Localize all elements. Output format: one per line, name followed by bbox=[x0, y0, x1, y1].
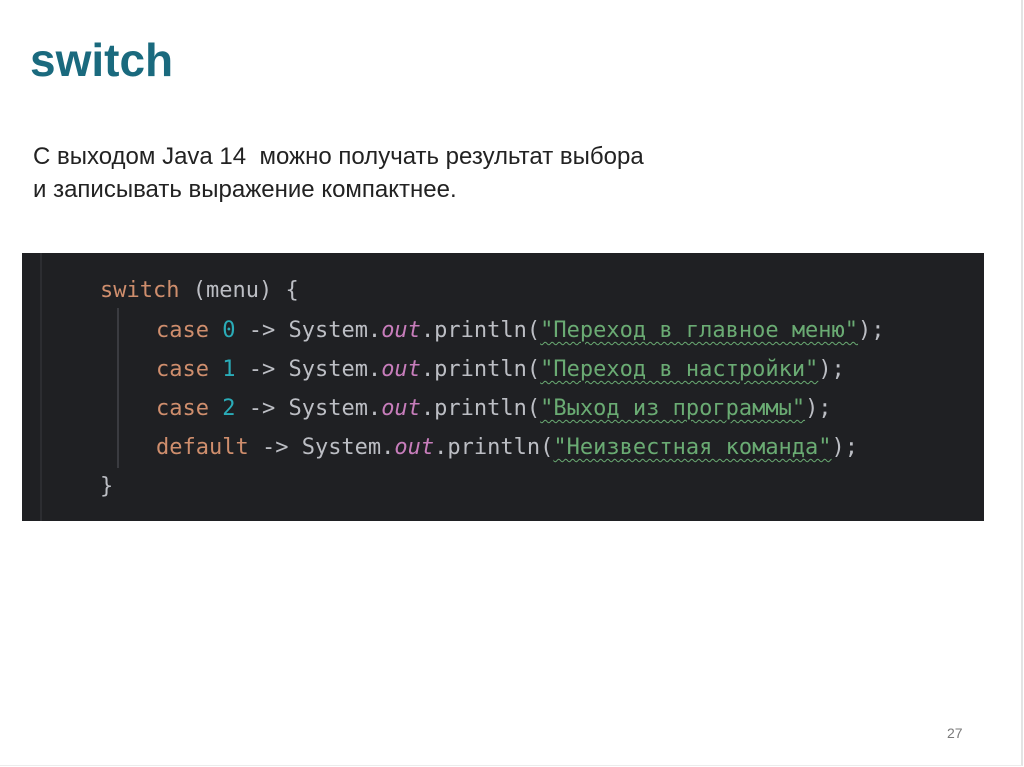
code-line-default: default -> System.out.println("Неизвестн… bbox=[156, 428, 858, 467]
default-arrow: -> System. bbox=[248, 435, 395, 460]
code-line-case-0: case 0 -> System.out.println("Переход в … bbox=[156, 311, 885, 350]
code-line-switch-header: switch (menu) { bbox=[100, 271, 299, 310]
switch-keyword: switch bbox=[100, 278, 180, 303]
statement-end: ); bbox=[818, 357, 845, 382]
out-field: out bbox=[381, 318, 421, 343]
case-value: 1 bbox=[222, 357, 236, 382]
case-arrow: -> System. bbox=[235, 357, 382, 382]
case-arrow: -> System. bbox=[235, 318, 382, 343]
case-arrow: -> System. bbox=[235, 396, 382, 421]
out-field: out bbox=[381, 357, 421, 382]
println-call: .println( bbox=[420, 396, 541, 421]
statement-end: ); bbox=[831, 435, 859, 460]
page-number: 27 bbox=[947, 725, 963, 741]
code-line-case-1: case 1 -> System.out.println("Переход в … bbox=[156, 350, 845, 389]
body-line-2: и записывать выражение компактнее. bbox=[33, 176, 457, 203]
string-literal: "Переход в настройки" bbox=[540, 357, 819, 382]
slide: switch С выходом Java 14 можно получать … bbox=[0, 0, 1024, 767]
slide-title: switch bbox=[30, 34, 174, 86]
code-gutter-line bbox=[40, 253, 42, 521]
code-line-closing-brace: } bbox=[100, 467, 113, 506]
closing-brace: } bbox=[100, 474, 114, 499]
switch-header-rest: (menu) { bbox=[179, 278, 299, 303]
statement-end: ); bbox=[858, 318, 885, 343]
string-literal: "Выход из программы" bbox=[540, 396, 806, 421]
println-call: .println( bbox=[434, 435, 554, 460]
out-field: out bbox=[394, 435, 435, 460]
case-keyword: case bbox=[156, 318, 209, 343]
code-line-case-2: case 2 -> System.out.println("Выход из п… bbox=[156, 389, 832, 428]
case-value: 0 bbox=[222, 318, 236, 343]
default-keyword: default bbox=[156, 435, 249, 460]
case-keyword: case bbox=[156, 357, 209, 382]
println-call: .println( bbox=[420, 357, 541, 382]
slide-body-text: С выходом Java 14 можно получать результ… bbox=[33, 140, 933, 206]
string-literal: "Переход в главное меню" bbox=[540, 318, 859, 343]
body-line-1: С выходом Java 14 можно получать результ… bbox=[33, 143, 644, 170]
string-literal: "Неизвестная команда" bbox=[553, 435, 832, 460]
indent-guide bbox=[117, 308, 119, 468]
statement-end: ); bbox=[805, 396, 832, 421]
println-call: .println( bbox=[420, 318, 541, 343]
case-value: 2 bbox=[222, 396, 236, 421]
case-keyword: case bbox=[156, 396, 209, 421]
out-field: out bbox=[381, 396, 421, 421]
code-block: switch (menu) { case 0 -> System.out.pri… bbox=[22, 253, 984, 521]
